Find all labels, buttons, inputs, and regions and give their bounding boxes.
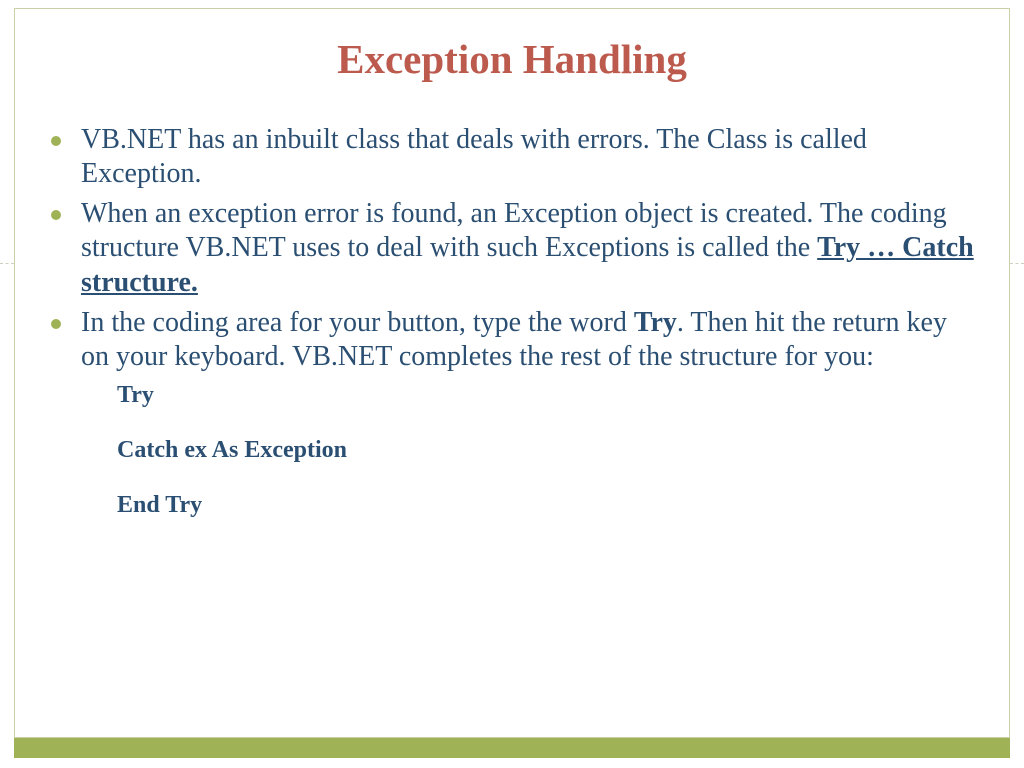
- decorative-dash: [0, 263, 14, 264]
- bullet-item: In the coding area for your button, type…: [45, 306, 979, 374]
- footer-bar: [14, 738, 1010, 758]
- code-line: Try: [117, 380, 979, 411]
- decorative-dash: [1010, 263, 1024, 264]
- bullet-item: VB.NET has an inbuilt class that deals w…: [45, 123, 979, 191]
- code-line: End Try: [117, 490, 979, 521]
- code-line: Catch ex As Exception: [117, 435, 979, 466]
- slide-frame: Exception Handling VB.NET has an inbuilt…: [14, 8, 1010, 738]
- slide-title: Exception Handling: [15, 9, 1009, 83]
- bullet-text: In the coding area for your button, type…: [81, 307, 634, 338]
- bullet-text: VB.NET has an inbuilt class that deals w…: [81, 124, 867, 189]
- bold-text: Try: [634, 307, 677, 338]
- bullet-item: When an exception error is found, an Exc…: [45, 197, 979, 299]
- code-block: Try Catch ex As Exception End Try: [45, 380, 979, 522]
- bullet-list: VB.NET has an inbuilt class that deals w…: [45, 123, 979, 374]
- slide-content: VB.NET has an inbuilt class that deals w…: [15, 83, 1009, 522]
